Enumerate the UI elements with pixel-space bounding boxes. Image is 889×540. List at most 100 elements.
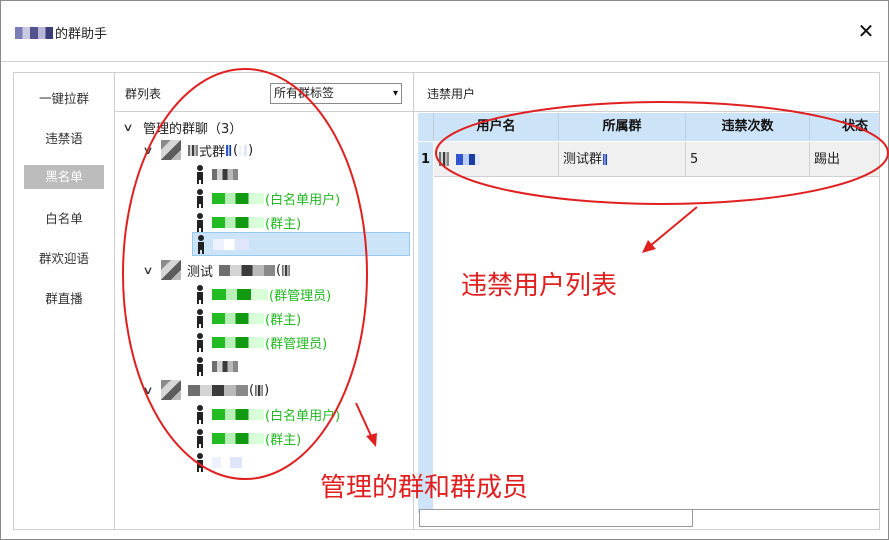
redacted-text bbox=[212, 192, 264, 204]
tree-member-selected[interactable] bbox=[192, 232, 410, 256]
tree-group-1[interactable]: ∨ 式群 ( ) bbox=[141, 139, 253, 161]
nav-item-blacklist[interactable]: 黑名单 bbox=[24, 165, 104, 189]
person-icon bbox=[198, 235, 204, 254]
horizontal-scrollbar-track[interactable] bbox=[693, 509, 879, 526]
blocked-users-header: 违禁用户 bbox=[414, 73, 879, 112]
cell-username bbox=[434, 142, 559, 177]
close-icon: ✕ bbox=[857, 19, 875, 43]
tree-member[interactable]: (群主) bbox=[195, 211, 301, 233]
tree-member[interactable]: (群主) bbox=[195, 427, 301, 449]
blocked-users-title: 违禁用户 bbox=[427, 87, 476, 101]
member-role-tag: (群主) bbox=[265, 216, 302, 232]
horizontal-scrollbar-thumb[interactable] bbox=[419, 509, 693, 527]
chevron-down-icon[interactable]: ∨ bbox=[118, 121, 138, 134]
group-count-open: ( bbox=[276, 262, 282, 278]
group-avatar bbox=[161, 260, 181, 280]
member-label: (群主) bbox=[211, 429, 301, 448]
group-tag-select[interactable]: 所有群标签 ▾ bbox=[270, 83, 402, 104]
table-header-row: 用户名 所属群 违禁次数 状态 bbox=[418, 113, 879, 141]
table-row[interactable]: 1 测试群 5 踢出 bbox=[418, 142, 879, 178]
member-label: (群主) bbox=[211, 213, 301, 232]
tree-member[interactable] bbox=[195, 355, 239, 377]
user-avatar-redacted bbox=[439, 152, 449, 166]
chevron-down-icon: ▾ bbox=[392, 88, 398, 99]
person-icon bbox=[197, 309, 203, 328]
nav-item-banned-words[interactable]: 违禁语 bbox=[24, 127, 104, 151]
member-role-tag: (群管理员) bbox=[269, 288, 332, 304]
tree-group-2[interactable]: ∨ 测试 ( bbox=[141, 259, 291, 281]
redacted-text bbox=[212, 216, 264, 228]
redacted-text bbox=[226, 144, 233, 156]
tree-member[interactable]: (群主) bbox=[195, 307, 301, 329]
member-label bbox=[211, 360, 239, 372]
chevron-down-icon[interactable]: ∨ bbox=[138, 384, 158, 397]
group-count-open: ( bbox=[249, 382, 255, 398]
redacted-text bbox=[212, 336, 264, 348]
title-name-redacted bbox=[15, 26, 53, 39]
nav-item-whitelist[interactable]: 白名单 bbox=[24, 207, 104, 231]
redacted-text bbox=[213, 238, 249, 250]
tree-root-managed-groups[interactable]: ∨ 管理的群聊（3） bbox=[121, 117, 242, 137]
cell-group-text: 测试群 bbox=[563, 151, 603, 167]
redacted-text bbox=[282, 264, 291, 276]
person-icon bbox=[197, 357, 203, 376]
group-avatar bbox=[161, 140, 181, 160]
group-list-header: 群列表 所有群标签 ▾ bbox=[115, 73, 413, 112]
tree-group-label: 式群 ( ) bbox=[187, 141, 253, 160]
column-header-count[interactable]: 违禁次数 bbox=[686, 113, 810, 141]
redacted-text bbox=[456, 153, 480, 165]
member-role-tag: (白名单用户) bbox=[265, 192, 341, 208]
tree-member[interactable]: (白名单用户) bbox=[195, 403, 340, 425]
annotation-groups-label: 管理的群和群成员 bbox=[320, 473, 529, 503]
member-label: (白名单用户) bbox=[211, 405, 340, 424]
tree-member[interactable] bbox=[195, 451, 243, 473]
tree-member[interactable]: (群管理员) bbox=[195, 331, 327, 353]
column-header-username[interactable]: 用户名 bbox=[434, 113, 559, 141]
nav-item-one-click-group[interactable]: 一键拉群 bbox=[24, 87, 104, 111]
column-header-group[interactable]: 所属群 bbox=[559, 113, 686, 141]
member-label: (白名单用户) bbox=[211, 189, 340, 208]
redacted-text bbox=[212, 456, 242, 468]
tree-member[interactable]: (白名单用户) bbox=[195, 187, 340, 209]
redacted-text bbox=[212, 408, 264, 420]
chevron-down-icon[interactable]: ∨ bbox=[138, 264, 158, 277]
member-label bbox=[211, 168, 239, 180]
person-icon bbox=[197, 429, 203, 448]
nav-item-welcome-message[interactable]: 群欢迎语 bbox=[24, 247, 104, 271]
group-name-text: 式群 bbox=[199, 144, 226, 160]
redacted-text bbox=[603, 153, 609, 165]
blocked-users-table: 用户名 所属群 违禁次数 状态 1 测试群 5 踢出 bbox=[418, 113, 879, 513]
assistant-window: 的群助手 ✕ 一键拉群 违禁语 黑名单 白名单 群欢迎语 群直播 群列表 所有群… bbox=[0, 0, 889, 540]
tree-group-3[interactable]: ∨ ( ) bbox=[141, 379, 269, 401]
group-avatar bbox=[161, 380, 181, 400]
member-role-tag: (群主) bbox=[265, 312, 302, 328]
group-list-panel: 群列表 所有群标签 ▾ ∨ 管理的群聊（3） ∨ 式群 () (白名单用户) … bbox=[114, 72, 414, 530]
redacted-text bbox=[212, 432, 264, 444]
member-label: (群管理员) bbox=[211, 285, 331, 304]
cell-group: 测试群 bbox=[559, 142, 686, 177]
redacted-text bbox=[212, 288, 268, 300]
nav-item-group-live[interactable]: 群直播 bbox=[24, 287, 104, 311]
tree-root-label: 管理的群聊（3） bbox=[143, 121, 243, 137]
member-label: (群管理员) bbox=[211, 333, 327, 352]
group-tag-select-value: 所有群标签 bbox=[274, 86, 335, 100]
redacted-text bbox=[188, 384, 248, 396]
tree-group-label: ( ) bbox=[187, 383, 269, 398]
group-count-open: ( bbox=[233, 142, 239, 158]
person-icon bbox=[197, 405, 203, 424]
tree-member[interactable]: (群管理员) bbox=[195, 283, 331, 305]
title-bar: 的群助手 ✕ bbox=[1, 1, 888, 62]
sidebar-nav: 一键拉群 违禁语 黑名单 白名单 群欢迎语 群直播 bbox=[13, 72, 114, 530]
chevron-down-icon[interactable]: ∨ bbox=[138, 144, 158, 157]
row-header-column bbox=[418, 178, 433, 513]
column-header-status[interactable]: 状态 bbox=[810, 113, 879, 141]
close-button[interactable]: ✕ bbox=[854, 17, 878, 45]
person-icon bbox=[197, 453, 203, 472]
redacted-text bbox=[212, 312, 264, 324]
member-label bbox=[211, 456, 243, 468]
person-icon bbox=[197, 165, 203, 184]
annotation-blocked-list-label: 违禁用户列表 bbox=[461, 271, 618, 301]
member-label: (群主) bbox=[211, 309, 301, 328]
tree-member[interactable] bbox=[195, 163, 239, 185]
group-name-text: 测试 bbox=[187, 264, 214, 280]
